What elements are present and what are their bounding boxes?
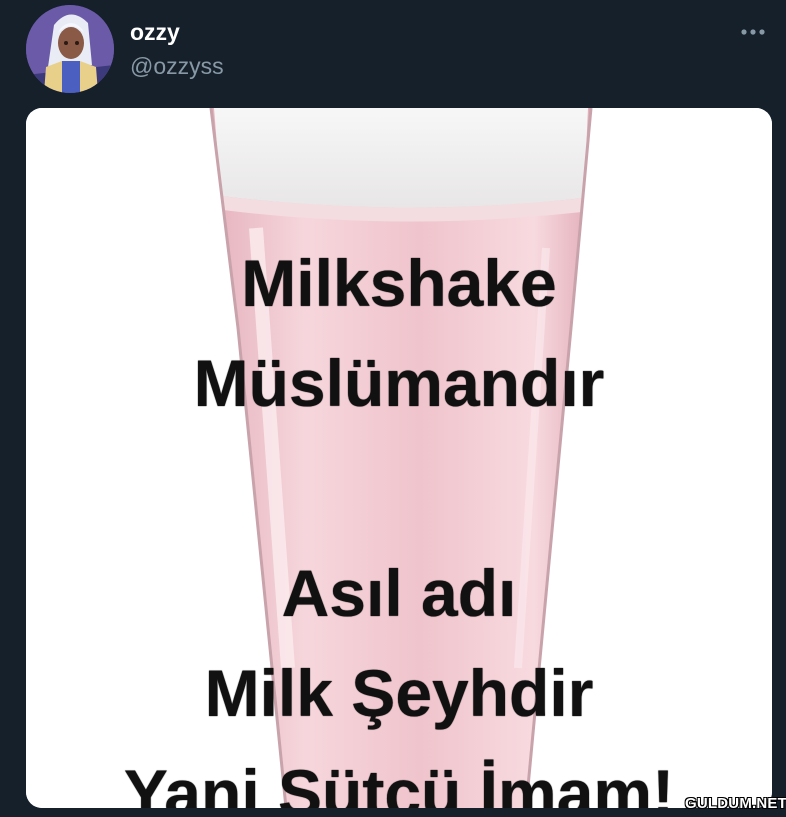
tweet-media-image[interactable]: Milkshake Müslümandır Asıl adı Milk Şeyh… <box>26 108 772 808</box>
author-name[interactable]: ozzy <box>130 18 180 46</box>
meme-line-2: Müslümandır <box>193 346 605 420</box>
meme-line-3: Asıl adı <box>281 556 517 630</box>
author-handle[interactable]: @ozzyss <box>130 52 224 80</box>
avatar[interactable] <box>26 5 114 93</box>
avatar-image <box>26 5 114 93</box>
more-options-button[interactable] <box>736 20 776 44</box>
watermark-text: GULDUM.NET <box>685 795 786 812</box>
tweet: ozzy @ozzyss Milkshake Müslümandır Asıl … <box>0 0 786 817</box>
more-horizontal-icon <box>741 29 765 35</box>
meme-line-1: Milkshake <box>241 246 557 320</box>
meme-line-5: Yani Sütçü İmam! <box>123 756 675 808</box>
meme-line-4: Milk Şeyhdir <box>204 656 594 730</box>
